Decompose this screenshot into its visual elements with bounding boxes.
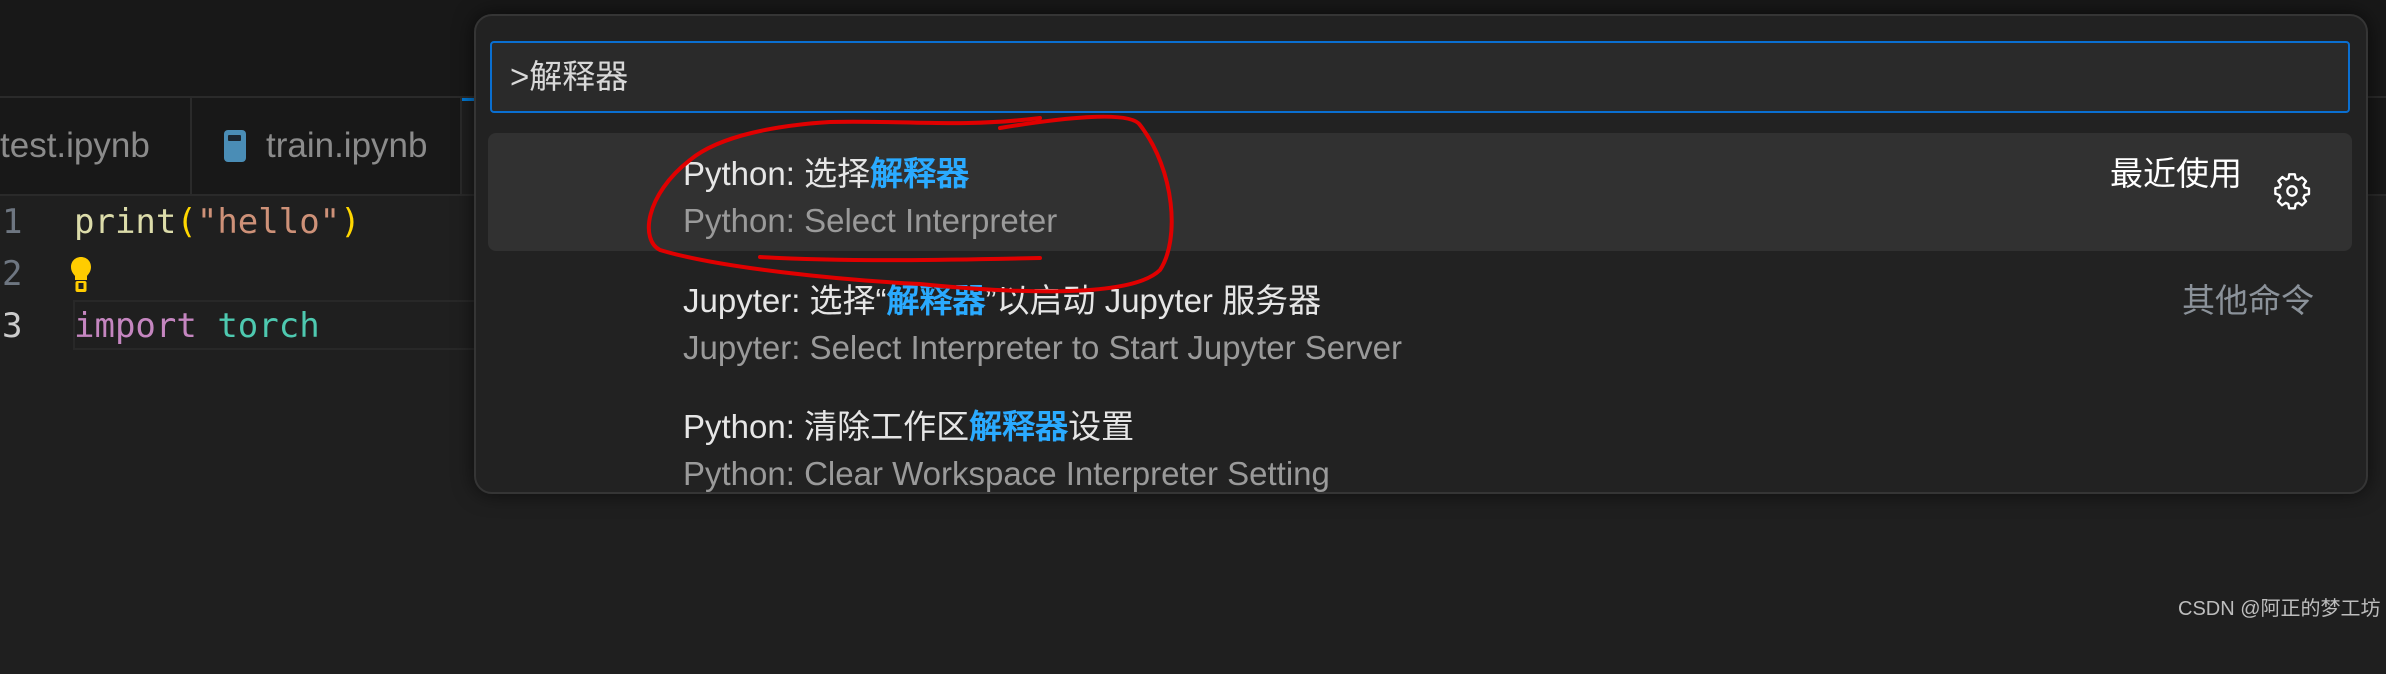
palette-item-jupyter-select-interpreter[interactable]: Jupyter: 选择“解释器”以启动 Jupyter 服务器 Jupyter:… [488, 260, 2352, 378]
label-match: 解释器 [870, 155, 970, 192]
palette-item-clear-workspace-interpreter[interactable]: Python: 清除工作区解释器设置 Python: Clear Workspa… [488, 386, 2352, 504]
code-token: ) [340, 202, 361, 242]
code-token: ( [176, 202, 197, 242]
label-text: Jupyter: 选择“ [683, 282, 887, 319]
command-palette: >解释器 Python: 选择解释器 Python: Select Interp… [474, 14, 2368, 494]
tab-label: test.ipynb [0, 126, 150, 165]
item-description: Jupyter: Select Interpreter to Start Jup… [683, 329, 1402, 366]
line-number: 2 [2, 254, 23, 294]
code-token: print [74, 202, 177, 242]
code-token: import [74, 306, 197, 346]
item-label: Jupyter: 选择“解释器”以启动 Jupyter 服务器 [683, 274, 1321, 322]
code-tokens: import torch [74, 306, 320, 346]
label-match: 解释器 [886, 282, 986, 319]
palette-item-select-interpreter[interactable]: Python: 选择解释器 Python: Select Interpreter… [488, 133, 2352, 251]
label-text: 设置 [1068, 408, 1135, 445]
item-description: Python: Select Interpreter [683, 202, 1058, 239]
item-label: Python: 清除工作区解释器设置 [683, 400, 1134, 448]
code-text: import torch [74, 300, 320, 352]
tab-label: train.ipynb [266, 126, 428, 165]
line-number: 3 [2, 306, 23, 346]
item-tag: 最近使用 [2110, 155, 2242, 192]
notebook-icon [224, 130, 246, 162]
item-tag: 其他命令 [2182, 282, 2314, 319]
item-description: Python: Clear Workspace Interpreter Sett… [683, 455, 1330, 492]
tab-test-ipynb[interactable]: test.ipynb [0, 98, 192, 194]
code-tokens: print("hello") [74, 202, 361, 242]
label-match: 解释器 [969, 408, 1069, 445]
label-text: ”以启动 Jupyter 服务器 [985, 282, 1322, 319]
code-text: print("hello") [74, 196, 361, 248]
command-palette-input[interactable]: >解释器 [490, 41, 2350, 113]
tab-train-ipynb[interactable]: train.ipynb [192, 98, 462, 194]
gear-icon[interactable] [2272, 171, 2312, 216]
code-token: torch [217, 306, 320, 346]
watermark: CSDN @阿正的梦工坊 [2178, 598, 2381, 620]
line-number: 1 [2, 202, 23, 242]
label-text: Python: 选择 [683, 155, 871, 192]
label-text: Python: 清除工作区 [683, 408, 970, 445]
code-token: "hello" [196, 202, 341, 242]
item-label: Python: 选择解释器 [683, 147, 969, 195]
